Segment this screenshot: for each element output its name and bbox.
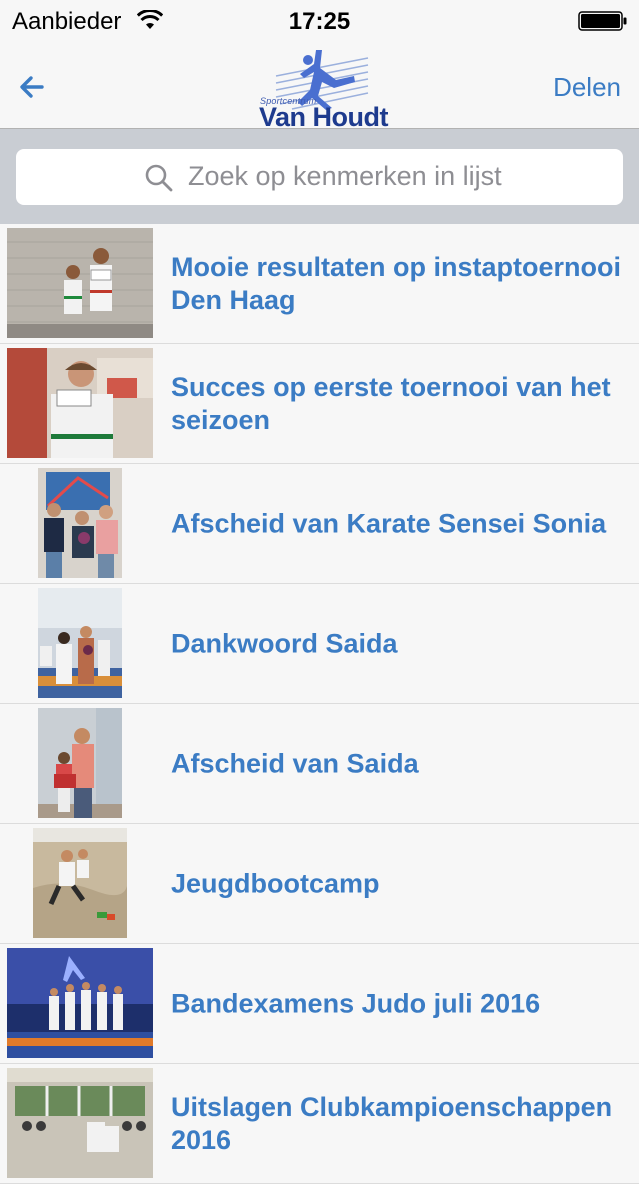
navigation-bar: Sportcentrum Van Houdt Delen [0,40,639,132]
clock: 17:25 [288,8,351,35]
list-item[interactable]: Jeugdbootcamp [0,824,639,944]
item-thumbnail [38,588,122,698]
item-thumbnail [38,708,122,818]
news-list: Mooie resultaten op instaptoernooi Den H… [0,224,639,1184]
share-button[interactable]: Delen [553,72,621,103]
item-title: Uitslagen Clubkampioenschappen 2016 [171,1091,613,1155]
list-item[interactable]: Uitslagen Clubkampioenschappen 2016 [0,1064,639,1184]
search-input[interactable]: Zoek op kenmerken in lijst [16,149,623,205]
list-item[interactable]: Succes op eerste toernooi van het seizoe… [0,344,639,464]
list-item[interactable]: Dankwoord Saida [0,584,639,704]
search-icon [145,164,173,192]
list-item[interactable]: Afscheid van Karate Sensei Sonia [0,464,639,584]
item-thumbnail [38,468,122,578]
battery-icon [578,11,627,31]
status-bar: Aanbieder 17:25 [0,0,639,40]
item-thumbnail [7,348,153,458]
item-title: Afscheid van Karate Sensei Sonia [171,508,607,538]
item-title: Bandexamens Judo juli 2016 [171,988,541,1018]
item-title: Mooie resultaten op instaptoernooi Den H… [171,251,622,315]
list-item[interactable]: Bandexamens Judo juli 2016 [0,944,639,1064]
club-logo: Sportcentrum Van Houdt [256,46,389,132]
item-title: Jeugdbootcamp [171,868,380,898]
list-item[interactable]: Afscheid van Saida [0,704,639,824]
list-item[interactable]: Mooie resultaten op instaptoernooi Den H… [0,224,639,344]
search-bar: Zoek op kenmerken in lijst [0,129,639,224]
item-thumbnail [7,1068,153,1178]
item-title: Dankwoord Saida [171,628,398,658]
item-thumbnail [33,828,127,938]
item-title: Succes op eerste toernooi van het seizoe… [171,371,611,435]
search-placeholder: Zoek op kenmerken in lijst [188,161,502,191]
item-thumbnail [7,228,153,338]
item-title: Afscheid van Saida [171,748,419,778]
item-thumbnail [7,948,153,1058]
back-button[interactable] [16,72,50,102]
